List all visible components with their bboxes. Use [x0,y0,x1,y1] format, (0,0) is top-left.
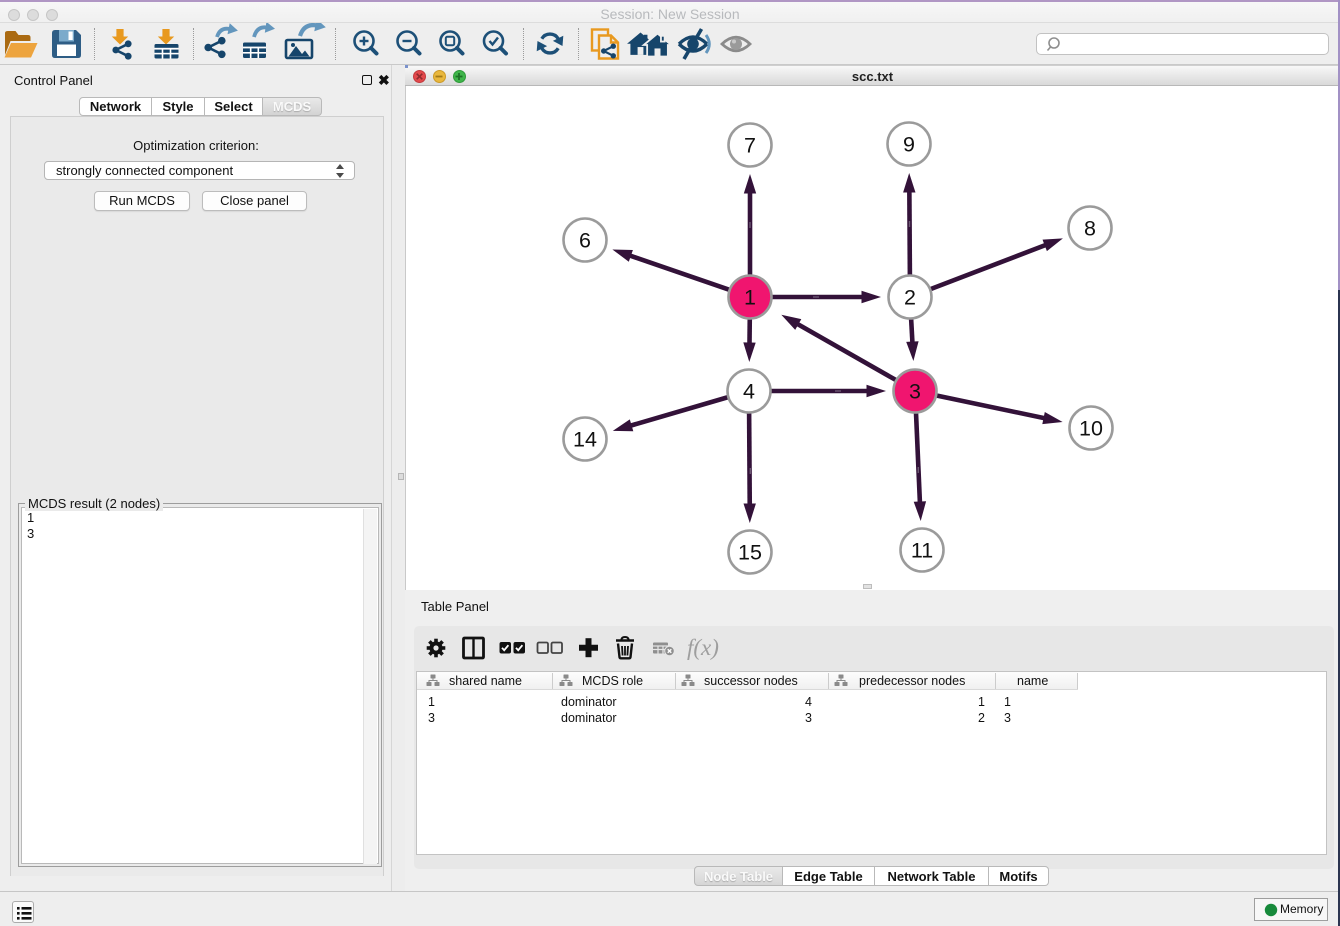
svg-text:3: 3 [909,380,921,404]
svg-text:7: 7 [744,134,756,158]
svg-text:14: 14 [573,428,597,452]
svg-text:10: 10 [1079,417,1103,441]
svg-text:2: 2 [904,286,916,310]
svg-text:8: 8 [1084,217,1096,241]
svg-text:f(x): f(x) [687,635,719,660]
svg-text:9: 9 [903,133,915,157]
svg-text:11: 11 [911,539,933,563]
svg-text:1: 1 [744,286,756,310]
svg-text:6: 6 [579,229,591,253]
svg-text:15: 15 [738,541,762,565]
svg-text:4: 4 [743,380,755,404]
